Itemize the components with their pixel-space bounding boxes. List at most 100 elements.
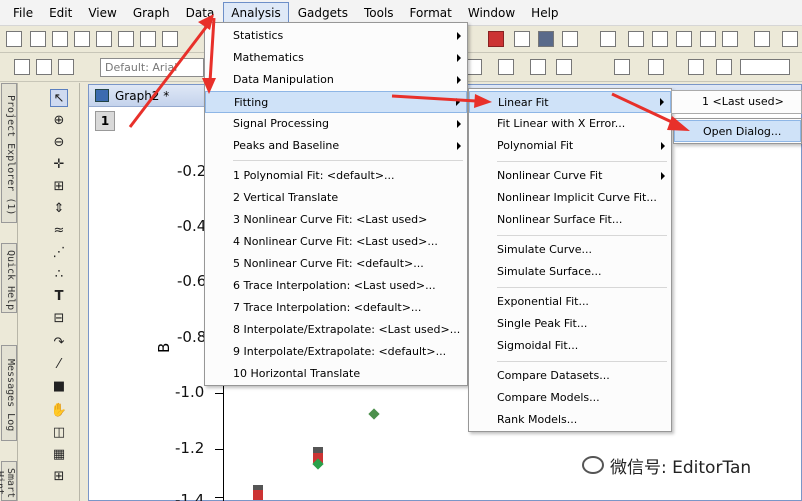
new-excel-icon[interactable] xyxy=(52,31,68,47)
menu-view[interactable]: View xyxy=(81,3,123,23)
paste-icon[interactable] xyxy=(58,59,74,75)
menu-item-signal-processing[interactable]: Signal Processing xyxy=(205,113,467,135)
menu-analysis[interactable]: Analysis xyxy=(223,1,289,24)
new-notes-icon[interactable] xyxy=(162,31,178,47)
menu-item-open-dialog[interactable]: Open Dialog... xyxy=(674,120,801,142)
hand-tool-icon[interactable]: ✋ xyxy=(50,401,68,419)
screen-reader-tool-icon[interactable]: ✛ xyxy=(50,155,68,173)
recent-item-10[interactable]: 10 Horizontal Translate xyxy=(205,363,360,385)
menu-help[interactable]: Help xyxy=(524,3,565,23)
smart-hint-tab[interactable]: Smart Hint xyxy=(0,461,17,501)
menu-gadgets[interactable]: Gadgets xyxy=(291,3,355,23)
menu-item-sigmoidal-fit[interactable]: Sigmoidal Fit... xyxy=(469,335,578,357)
project-explorer-tab[interactable]: Project Explorer (1) xyxy=(1,83,17,223)
menu-item-exponential-fit[interactable]: Exponential Fit... xyxy=(469,291,589,313)
data-point[interactable] xyxy=(253,490,263,500)
align-icon[interactable] xyxy=(466,59,482,75)
menu-item-mathematics[interactable]: Mathematics xyxy=(205,47,467,69)
recent-item-4[interactable]: 4 Nonlinear Curve Fit: <Last used>... xyxy=(205,231,438,253)
font-selector[interactable]: Default: Arial xyxy=(100,58,204,77)
font-color-icon[interactable] xyxy=(556,59,572,75)
recent-item-9[interactable]: 9 Interpolate/Extrapolate: <default>... xyxy=(205,341,446,363)
pointer-tool-icon[interactable]: ↖ xyxy=(50,89,68,107)
menu-item-statistics[interactable]: Statistics xyxy=(205,25,467,47)
line-picker-icon[interactable] xyxy=(740,59,790,75)
arrow-tool-icon[interactable]: ↷ xyxy=(50,333,68,351)
text-tool-icon[interactable]: T xyxy=(50,287,68,305)
recent-item-5[interactable]: 5 Nonlinear Curve Fit: <default>... xyxy=(205,253,424,275)
new-matrix-icon[interactable] xyxy=(96,31,112,47)
settings-icon[interactable] xyxy=(722,31,738,47)
insert-graph-tool-icon[interactable]: ◫ xyxy=(50,423,68,441)
menu-item-data-manipulation[interactable]: Data Manipulation xyxy=(205,69,467,91)
menu-item-fitting[interactable]: Fitting xyxy=(205,91,467,113)
fill-color-icon[interactable] xyxy=(614,59,630,75)
add-layer-icon[interactable] xyxy=(754,31,770,47)
new-project-icon[interactable] xyxy=(6,31,22,47)
menu-item-simulate-curve[interactable]: Simulate Curve... xyxy=(469,239,592,261)
data-point[interactable] xyxy=(368,408,380,420)
zoom-out-tool-icon[interactable]: ⊖ xyxy=(50,133,68,151)
menu-item-compare-models[interactable]: Compare Models... xyxy=(469,387,600,409)
region-tool-icon[interactable]: ⋰ xyxy=(50,243,68,261)
mask-tool-icon[interactable]: ≈ xyxy=(50,221,68,239)
line-width-icon[interactable] xyxy=(530,59,546,75)
menu-item-fit-linear-x-error[interactable]: Fit Linear with X Error... xyxy=(469,113,625,135)
data-reader-tool-icon[interactable]: ⊞ xyxy=(50,177,68,195)
recent-item-7[interactable]: 7 Trace Interpolation: <default>... xyxy=(205,297,421,319)
menu-item-nonlinear-implicit-fit[interactable]: Nonlinear Implicit Curve Fit... xyxy=(469,187,657,209)
recent-item-8[interactable]: 8 Interpolate/Extrapolate: <Last used>..… xyxy=(205,319,460,341)
quick-help-tab[interactable]: Quick Help xyxy=(1,243,17,313)
menu-item-nonlinear-surface-fit[interactable]: Nonlinear Surface Fit... xyxy=(469,209,622,231)
menu-file[interactable]: File xyxy=(6,3,40,23)
menu-format[interactable]: Format xyxy=(403,3,459,23)
new-function-icon[interactable] xyxy=(118,31,134,47)
new-worksheet-icon[interactable] xyxy=(30,31,46,47)
menu-item-single-peak-fit[interactable]: Single Peak Fit... xyxy=(469,313,587,335)
project-explorer-icon[interactable] xyxy=(600,31,616,47)
new-layout-icon[interactable] xyxy=(140,31,156,47)
new-graph-icon[interactable] xyxy=(74,31,90,47)
messages-log-tab[interactable]: Messages Log xyxy=(1,345,17,441)
menu-data[interactable]: Data xyxy=(179,3,222,23)
cut-icon[interactable] xyxy=(14,59,30,75)
toolbar-more-icon[interactable] xyxy=(782,31,798,47)
zoom-in-tool-icon[interactable]: ⊕ xyxy=(50,111,68,129)
menu-tools[interactable]: Tools xyxy=(357,3,401,23)
menu-item-simulate-surface[interactable]: Simulate Surface... xyxy=(469,261,602,283)
menu-graph[interactable]: Graph xyxy=(126,3,177,23)
command-window-icon[interactable] xyxy=(538,31,554,47)
recent-item-6[interactable]: 6 Trace Interpolation: <Last used>... xyxy=(205,275,436,297)
results-log-icon[interactable] xyxy=(514,31,530,47)
menu-item-polynomial-fit[interactable]: Polynomial Fit xyxy=(469,135,671,157)
insert-chart-tool-icon[interactable]: ▦ xyxy=(50,445,68,463)
screen-reader-icon[interactable] xyxy=(652,31,668,47)
layer-indicator[interactable]: 1 xyxy=(95,111,115,131)
help-icon[interactable] xyxy=(700,31,716,47)
menu-window[interactable]: Window xyxy=(461,3,522,23)
menu-item-compare-datasets[interactable]: Compare Datasets... xyxy=(469,365,610,387)
draw-data-tool-icon[interactable]: ∴ xyxy=(50,265,68,283)
add-text-tool-icon[interactable]: ⊟ xyxy=(50,309,68,327)
code-builder-icon[interactable] xyxy=(488,31,504,47)
menu-item-last-used[interactable]: 1 <Last used> xyxy=(671,90,802,114)
data-selector-tool-icon[interactable]: ⇕ xyxy=(50,199,68,217)
menu-item-nonlinear-curve-fit[interactable]: Nonlinear Curve Fit xyxy=(469,165,671,187)
pattern-icon[interactable] xyxy=(648,59,664,75)
recent-item-1[interactable]: 1 Polynomial Fit: <default>... xyxy=(205,165,395,187)
menu-item-peaks-baseline[interactable]: Peaks and Baseline xyxy=(205,135,467,157)
layer-management-icon[interactable] xyxy=(562,31,578,47)
recent-item-3[interactable]: 3 Nonlinear Curve Fit: <Last used> xyxy=(205,209,427,231)
copy-icon[interactable] xyxy=(36,59,52,75)
line-tool-icon[interactable]: ⁄ xyxy=(50,355,68,373)
brightness-icon[interactable] xyxy=(716,59,732,75)
line-style-icon[interactable] xyxy=(498,59,514,75)
insert-table-tool-icon[interactable]: ⊞ xyxy=(50,467,68,485)
menu-edit[interactable]: Edit xyxy=(42,3,79,23)
calculator-icon[interactable] xyxy=(676,31,692,47)
recent-item-2[interactable]: 2 Vertical Translate xyxy=(205,187,338,209)
menu-item-rank-models[interactable]: Rank Models... xyxy=(469,409,577,431)
gradient-icon[interactable] xyxy=(688,59,704,75)
rectangle-tool-icon[interactable]: ■ xyxy=(50,377,68,395)
menu-item-linear-fit[interactable]: Linear Fit xyxy=(469,91,671,113)
